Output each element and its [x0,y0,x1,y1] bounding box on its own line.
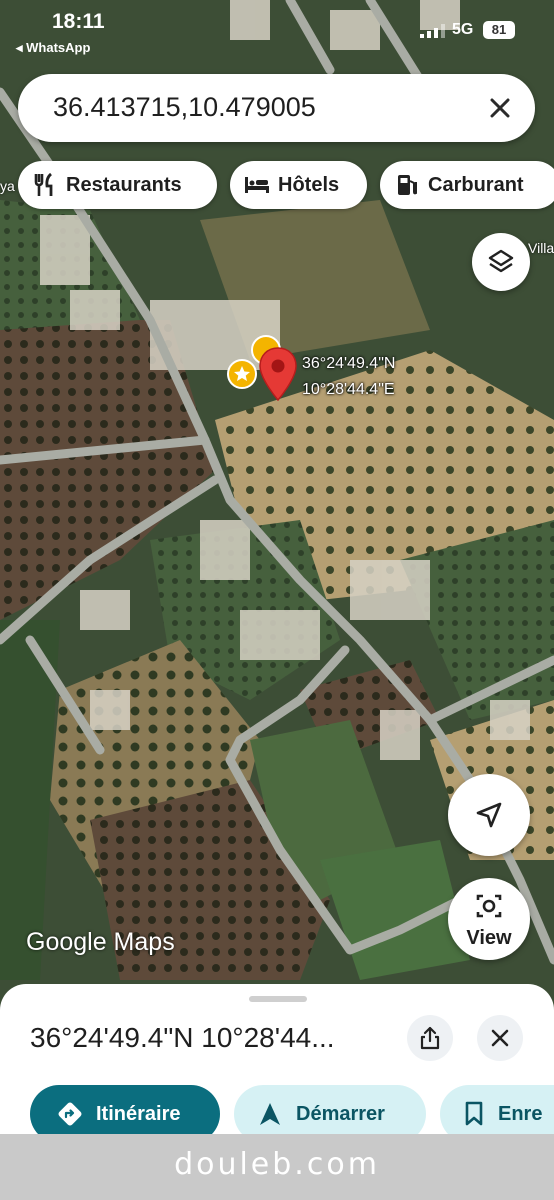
chip-restaurants[interactable]: Restaurants [18,161,217,209]
directions-label: Itinéraire [96,1102,181,1125]
chip-label: Carburant [428,173,524,196]
share-button[interactable] [407,1015,453,1061]
bed-icon [244,172,270,198]
bookmark-icon [464,1101,484,1127]
network-type: 5G [452,21,474,38]
location-pin-icon[interactable] [258,346,298,402]
camera-lens-icon [476,894,502,918]
clear-search-icon[interactable] [483,91,517,125]
place-title: 36°24'49.4"N 10°28'44... [30,1022,335,1053]
gas-station-icon [394,172,420,198]
chip-fuel[interactable]: Carburant [380,161,554,209]
share-icon [420,1026,440,1050]
watermark-text: douleb.com [174,1147,380,1182]
battery-indicator: 81 [483,21,515,39]
chip-label: Hôtels [278,173,340,196]
close-sheet-button[interactable] [477,1015,523,1061]
map-place-label: Villa [528,240,554,256]
navigation-arrow-icon [258,1101,282,1127]
search-query[interactable]: 36.413715,10.479005 [53,92,316,123]
watermark-bar: douleb.com [0,1134,554,1200]
my-location-button[interactable] [448,774,530,856]
google-maps-logo: Google Maps [26,928,175,956]
view-label: View [466,927,512,949]
start-label: Démarrer [296,1102,385,1125]
clock: 18:11 [52,10,105,33]
signal-icon [420,24,445,38]
chip-label: Restaurants [66,173,182,196]
view-button[interactable]: View [448,878,530,960]
layers-button[interactable] [472,233,530,291]
navigation-arrow-icon [476,802,502,828]
pin-longitude-label: 10°28'44.4"E [302,381,395,398]
place-bottom-sheet[interactable]: 36°24'49.4"N 10°28'44... Itinéraire Déma… [0,984,554,1143]
pin-latitude-label: 36°24'49.4"N [302,355,396,372]
chip-hotels[interactable]: Hôtels [230,161,367,209]
directions-icon [58,1102,82,1126]
map-place-label: ya [0,178,15,194]
layers-icon [488,249,514,273]
fork-knife-icon [32,172,58,198]
back-to-app-link[interactable]: ◂ WhatsApp [16,40,90,56]
save-label: Enre [498,1102,543,1125]
sheet-drag-handle[interactable] [249,996,307,1002]
search-bar[interactable]: 36.413715,10.479005 [18,74,535,142]
status-bar: 18:11 ◂ WhatsApp 5G 81 [0,0,554,60]
close-icon [491,1029,509,1047]
